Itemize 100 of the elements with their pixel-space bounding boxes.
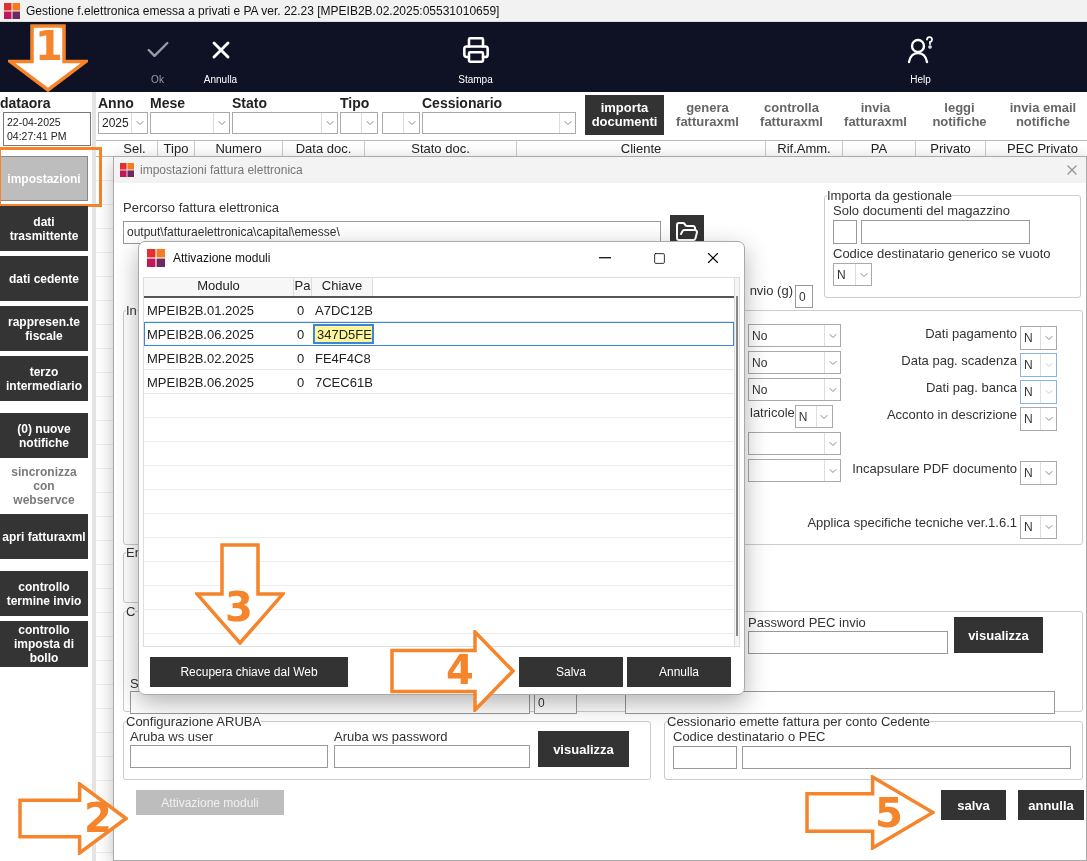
- minimize-icon: [599, 257, 611, 259]
- input-field[interactable]: [833, 220, 857, 244]
- dropdown[interactable]: [382, 112, 420, 134]
- dropdown[interactable]: N: [1020, 326, 1057, 350]
- column-header: Modulo: [144, 278, 294, 296]
- input-field[interactable]: 0: [795, 285, 813, 308]
- table-cell-text: MPEIB2B.01.2025: [146, 302, 255, 318]
- toolbar-button[interactable]: Help: [893, 22, 948, 92]
- dropdown[interactable]: N: [1020, 461, 1057, 485]
- save-button[interactable]: salva: [941, 790, 1006, 820]
- input-field[interactable]: [130, 745, 328, 768]
- sidebar-button[interactable]: dati cedente: [0, 256, 88, 301]
- sidebar-button[interactable]: controllo termine invio: [0, 571, 88, 616]
- field-label: latricole: [750, 405, 795, 420]
- field-label: Dati pag. banca: [924, 379, 1018, 397]
- table-cell-text: 0: [296, 326, 306, 342]
- save-button[interactable]: Salva: [519, 657, 623, 687]
- column-header: Chiave: [312, 278, 373, 296]
- field-label: Codice destinatario o PEC: [673, 729, 827, 744]
- group-title: Cessionario emette fattura per conto Cedente: [667, 714, 931, 729]
- help-icon: [906, 36, 935, 64]
- filter-label: Cessionario: [422, 95, 504, 112]
- input-field[interactable]: [625, 691, 1055, 714]
- field-label: dataora: [0, 95, 52, 111]
- field-label: Applica specifiche tecniche ver.1.6.1: [806, 514, 1018, 532]
- table-cell-text: FE4F4C8: [314, 350, 372, 366]
- show-button[interactable]: visualizza: [538, 731, 629, 767]
- table-row[interactable]: MPEIB2B.06.2025 0 347D5FE: [144, 322, 734, 346]
- app-logo-icon: [4, 2, 20, 19]
- table-cell-text: 0: [296, 350, 306, 366]
- field-label: Aruba ws user: [130, 729, 214, 744]
- password-field[interactable]: [334, 745, 530, 768]
- window-title: Gestione f.elettronica emessa a privati e PA ver. 22.23 [MPEIB2B.02.2025:05531010659]: [26, 3, 500, 18]
- path-field[interactable]: output\fatturaelettronica\capital\emesse\: [123, 220, 661, 244]
- group-title: Er: [126, 545, 139, 560]
- input-field[interactable]: [673, 746, 737, 769]
- show-button[interactable]: visualizza: [954, 617, 1043, 653]
- app-logo-icon: [147, 249, 165, 267]
- sidebar-button[interactable]: controllo imposta di bollo: [0, 621, 88, 667]
- field-label: nvio (g): [749, 283, 793, 298]
- table-cell-text: 0: [296, 374, 306, 390]
- datetime-field: 22-04-2025 04:27:41 PM: [3, 112, 91, 146]
- field-label: Codice destinatario generico se vuoto: [833, 246, 1052, 261]
- app-logo-icon: [120, 163, 134, 177]
- scrollbar[interactable]: [734, 278, 739, 646]
- sidebar-button[interactable]: terzo intermediario: [0, 356, 88, 401]
- toolbar-button[interactable]: Stampa: [448, 22, 503, 92]
- field-label: Aruba ws password: [334, 729, 448, 744]
- input-field[interactable]: [861, 220, 1030, 244]
- field-label: S: [130, 676, 139, 691]
- table-cell-text: MPEIB2B.02.2025: [146, 350, 255, 366]
- maximize-icon: [652, 251, 666, 265]
- dropdown[interactable]: No: [748, 351, 841, 374]
- filter-label: Stato: [232, 95, 268, 112]
- dropdown[interactable]: No: [748, 324, 841, 347]
- group-title: In: [126, 303, 137, 318]
- table-cell-text: 0: [296, 302, 306, 318]
- table-cell-text: A7DC12B: [314, 302, 374, 318]
- cancel-button[interactable]: Annulla: [627, 657, 731, 687]
- sidebar-button[interactable]: (0) nuove notifiche: [0, 413, 88, 458]
- dialog-title: impostazioni fattura elettronica: [140, 163, 304, 177]
- filter-label: Tipo: [340, 95, 371, 112]
- step-number: 2: [84, 798, 112, 838]
- dropdown[interactable]: N: [1020, 407, 1057, 431]
- sidebar-button[interactable]: dati trasmittente: [0, 206, 88, 251]
- dropdown[interactable]: N: [833, 263, 872, 286]
- dropdown[interactable]: [748, 459, 841, 482]
- step-number: 1: [35, 26, 63, 66]
- table-cell-text: 7CEC61B: [314, 374, 374, 390]
- column-header: Pa: [294, 278, 312, 296]
- sidebar-button[interactable]: apri fatturaxml: [0, 514, 88, 559]
- group-title: Configurazione ARUBA: [126, 714, 262, 729]
- dropdown[interactable]: No: [748, 378, 841, 401]
- dropdown[interactable]: N: [1020, 515, 1057, 539]
- cancel-button[interactable]: annulla: [1018, 790, 1084, 820]
- step-number: 3: [225, 587, 253, 627]
- dropdown[interactable]: [150, 112, 230, 134]
- dropdown[interactable]: [232, 112, 338, 134]
- fetch-key-button[interactable]: Recupera chiave dal Web: [150, 657, 348, 687]
- action-button[interactable]: importa documenti: [585, 95, 664, 135]
- filter-label: Mese: [150, 95, 187, 112]
- toolbar-button[interactable]: Annulla: [193, 22, 248, 92]
- dropdown[interactable]: 2025: [98, 112, 148, 134]
- step-number: 4: [446, 650, 474, 690]
- password-field[interactable]: [748, 631, 948, 654]
- input-field[interactable]: [742, 746, 1071, 769]
- dialog-title: Attivazione moduli: [173, 251, 272, 265]
- dropdown[interactable]: [422, 112, 576, 134]
- printer-icon: [461, 36, 490, 64]
- field-label: Solo documenti del magazzino: [833, 203, 1012, 218]
- field-label: Acconto in descrizione: [885, 406, 1018, 424]
- key-input[interactable]: 347D5FE: [313, 324, 374, 344]
- field-label: Password PEC invio: [748, 615, 866, 630]
- dropdown[interactable]: [748, 432, 841, 455]
- table-cell-text: MPEIB2B.06.2025: [146, 374, 255, 390]
- dropdown[interactable]: [340, 112, 378, 134]
- dropdown[interactable]: N: [794, 405, 833, 428]
- group-title: Importa da gestionale: [827, 188, 953, 203]
- sidebar-button[interactable]: rappresen.te fiscale: [0, 306, 88, 351]
- field-label: Incapsulare PDF documento: [851, 460, 1018, 478]
